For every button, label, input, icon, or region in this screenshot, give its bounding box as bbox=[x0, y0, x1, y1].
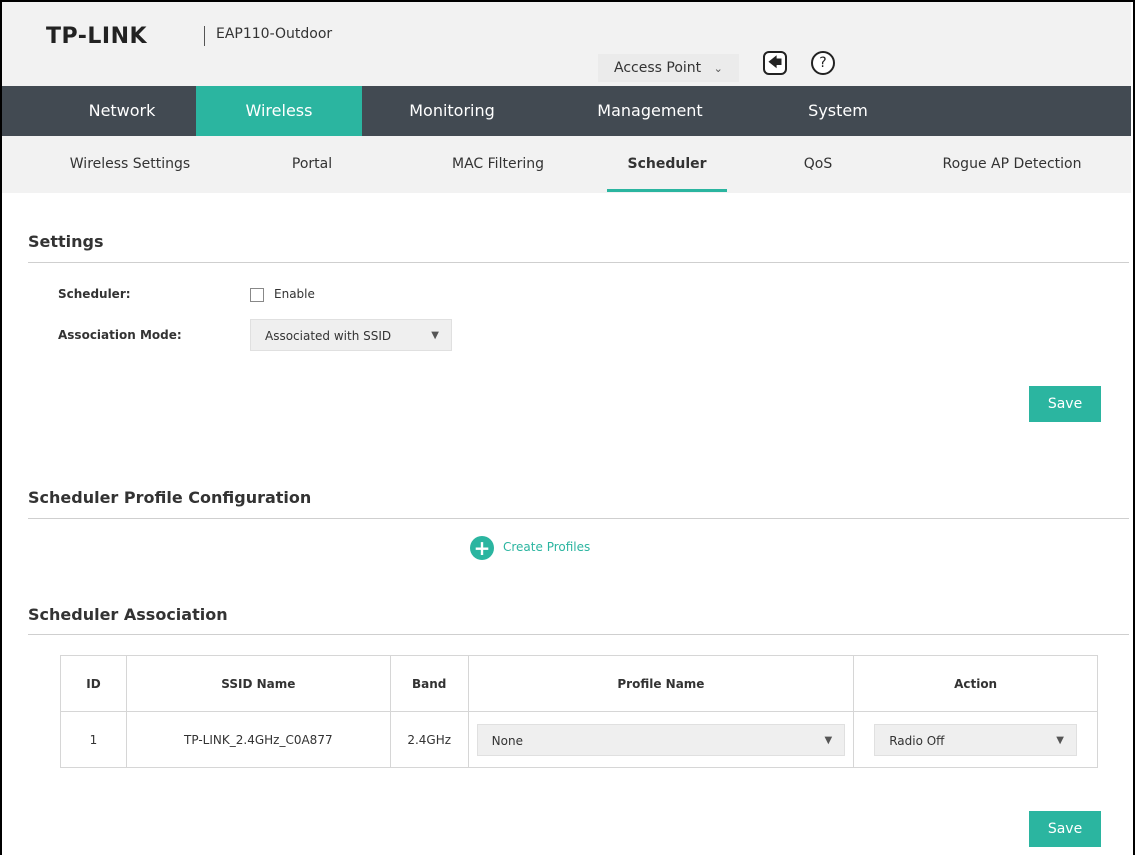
plus-circle-icon[interactable]: + bbox=[470, 536, 494, 560]
sub-nav: Wireless Settings Portal MAC Filtering S… bbox=[2, 136, 1131, 193]
association-table: ID SSID Name Band Profile Name Action 1 … bbox=[60, 655, 1098, 768]
cell-id: 1 bbox=[60, 711, 127, 768]
nav-network[interactable]: Network bbox=[48, 86, 196, 136]
profile-select-value: None bbox=[491, 733, 523, 748]
association-mode-label: Association Mode: bbox=[58, 328, 182, 342]
association-mode-value: Associated with SSID bbox=[265, 329, 392, 343]
profile-select[interactable]: None ▼ bbox=[476, 723, 846, 756]
caret-down-icon: ▼ bbox=[431, 330, 439, 341]
profile-config-divider bbox=[28, 518, 1129, 519]
col-band: Band bbox=[389, 655, 469, 712]
subnav-wireless-settings[interactable]: Wireless Settings bbox=[52, 136, 208, 193]
association-save-button[interactable]: Save bbox=[1029, 811, 1101, 847]
enable-label: Enable bbox=[274, 287, 315, 301]
scheduler-label: Scheduler: bbox=[58, 287, 131, 301]
cell-action: Radio Off ▼ bbox=[853, 711, 1098, 768]
main-nav: Network Wireless Monitoring Management S… bbox=[2, 86, 1131, 136]
active-tab-indicator bbox=[607, 189, 727, 192]
nav-management[interactable]: Management bbox=[560, 86, 740, 136]
help-icon[interactable]: ? bbox=[811, 51, 835, 75]
settings-divider bbox=[28, 262, 1129, 263]
top-header: TP-LINK EAP110-Outdoor Access Point ⌄ 🡄 … bbox=[2, 2, 1131, 86]
nav-monitoring[interactable]: Monitoring bbox=[362, 86, 542, 136]
cell-band: 2.4GHz bbox=[389, 711, 469, 768]
action-select[interactable]: Radio Off ▼ bbox=[874, 723, 1077, 756]
mode-select[interactable]: Access Point ⌄ bbox=[598, 54, 739, 82]
col-id: ID bbox=[60, 655, 127, 712]
association-title: Scheduler Association bbox=[28, 605, 228, 624]
col-ssid-name: SSID Name bbox=[125, 655, 391, 712]
settings-title: Settings bbox=[28, 232, 104, 251]
cell-ssid: TP-LINK_2.4GHz_C0A877 bbox=[125, 711, 391, 768]
subnav-qos[interactable]: QoS bbox=[778, 136, 858, 193]
nav-system[interactable]: System bbox=[758, 86, 918, 136]
device-model: EAP110-Outdoor bbox=[216, 26, 333, 42]
logout-icon[interactable]: 🡄 bbox=[763, 51, 787, 75]
col-action: Action bbox=[853, 655, 1098, 712]
association-divider bbox=[28, 634, 1129, 635]
enable-checkbox[interactable] bbox=[250, 288, 264, 302]
logo-divider bbox=[204, 26, 205, 46]
create-profiles-link[interactable]: Create Profiles bbox=[503, 540, 590, 554]
table-header-row: ID SSID Name Band Profile Name Action bbox=[60, 655, 1098, 712]
nav-wireless[interactable]: Wireless bbox=[196, 86, 362, 136]
settings-save-button[interactable]: Save bbox=[1029, 386, 1101, 422]
caret-down-icon: ▼ bbox=[1056, 734, 1064, 746]
subnav-mac-filtering[interactable]: MAC Filtering bbox=[430, 136, 566, 193]
brand-logo: TP-LINK bbox=[46, 24, 148, 49]
cell-profile: None ▼ bbox=[467, 711, 855, 768]
subnav-rogue-ap-detection[interactable]: Rogue AP Detection bbox=[922, 136, 1102, 193]
subnav-portal[interactable]: Portal bbox=[262, 136, 362, 193]
subnav-scheduler[interactable]: Scheduler bbox=[607, 136, 727, 193]
caret-down-icon: ▼ bbox=[824, 734, 833, 746]
col-profile-name: Profile Name bbox=[467, 655, 855, 712]
table-row: 1 TP-LINK_2.4GHz_C0A877 2.4GHz None ▼ Ra… bbox=[60, 711, 1098, 768]
profile-config-title: Scheduler Profile Configuration bbox=[28, 488, 312, 507]
chevron-down-icon: ⌄ bbox=[713, 62, 723, 75]
association-mode-select[interactable]: Associated with SSID ▼ bbox=[250, 319, 452, 351]
mode-select-value: Access Point bbox=[614, 60, 702, 76]
action-select-value: Radio Off bbox=[889, 733, 945, 748]
